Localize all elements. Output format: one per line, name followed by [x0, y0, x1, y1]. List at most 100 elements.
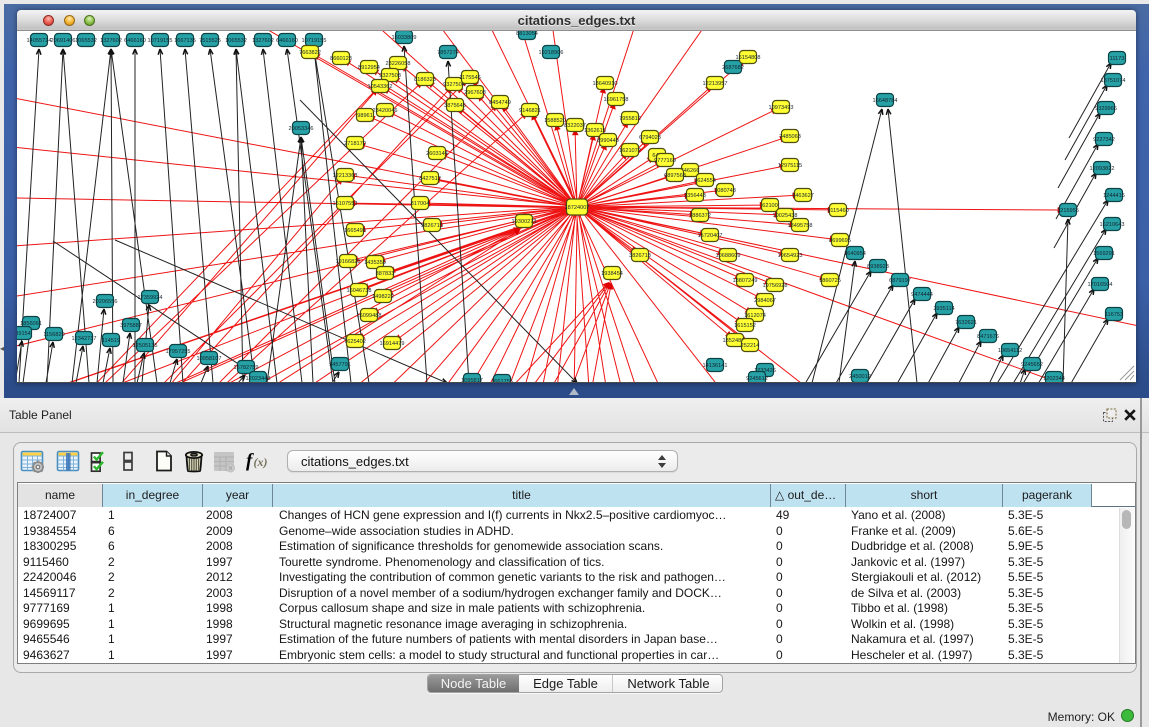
svg-text:13751074: 13751074	[1101, 78, 1126, 84]
svg-text:19654923: 19654923	[778, 253, 803, 259]
svg-text:19300273: 19300273	[512, 219, 537, 225]
svg-text:13495758: 13495758	[788, 223, 813, 229]
svg-text:1202344: 1202344	[1043, 376, 1065, 382]
svg-text:1095817: 1095817	[461, 378, 483, 382]
svg-text:3826710: 3826710	[421, 223, 443, 229]
svg-text:1667135: 1667135	[174, 38, 196, 44]
svg-text:12505135: 12505135	[133, 343, 158, 349]
svg-text:20691406: 20691406	[51, 38, 76, 44]
svg-text:16782759: 16782759	[234, 365, 259, 371]
svg-text:10973493: 10973493	[769, 105, 794, 111]
svg-text:16648784: 16648784	[873, 98, 898, 104]
svg-text:9474444: 9474444	[911, 292, 933, 298]
svg-text:1588520: 1588520	[544, 118, 566, 124]
svg-text:8454749: 8454749	[489, 100, 511, 106]
svg-text:2356443: 2356443	[684, 193, 706, 199]
svg-text:18807249: 18807249	[733, 278, 758, 284]
svg-text:9327508: 9327508	[379, 73, 401, 79]
svg-text:18724007: 18724007	[565, 205, 590, 211]
svg-text:7632621: 7632621	[955, 320, 977, 326]
svg-text:16107553: 16107553	[333, 201, 358, 207]
svg-text:1615152: 1615152	[734, 323, 756, 329]
svg-text:9327504: 9327504	[443, 82, 465, 88]
svg-text:1156829: 1156829	[43, 332, 64, 338]
svg-text:2718170: 2718170	[344, 141, 366, 147]
svg-text:7663822: 7663822	[299, 50, 321, 56]
svg-text:1498222: 1498222	[372, 294, 394, 300]
svg-text:7485063: 7485063	[779, 134, 801, 140]
svg-text:1244415: 1244415	[1103, 193, 1125, 199]
svg-text:17957255: 17957255	[166, 349, 191, 355]
svg-text:1640954: 1640954	[844, 251, 866, 257]
svg-text:6794028: 6794028	[639, 135, 661, 141]
svg-text:10543362: 10543362	[368, 84, 393, 90]
svg-text:2450012: 2450012	[849, 374, 871, 380]
svg-text:7625402: 7625402	[344, 339, 366, 345]
svg-text:7857274: 7857274	[437, 50, 459, 56]
svg-text:817004: 817004	[411, 201, 430, 207]
svg-text:12213363: 12213363	[333, 173, 358, 179]
svg-text:1665493: 1665493	[344, 228, 366, 234]
svg-text:252214: 252214	[741, 343, 760, 349]
svg-text:6466160: 6466160	[124, 38, 146, 44]
svg-text:3215955: 3215955	[1057, 208, 1079, 214]
svg-text:1080748: 1080748	[714, 188, 736, 194]
svg-text:2967608: 2967608	[464, 90, 486, 96]
svg-text:8322037: 8322037	[564, 123, 586, 129]
svg-text:116753: 116753	[1105, 312, 1123, 318]
svg-text:(x): (x)	[254, 455, 268, 469]
svg-text:3624554: 3624554	[694, 178, 716, 184]
svg-text:9227342: 9227342	[1093, 137, 1115, 143]
svg-text:16033809: 16033809	[392, 35, 417, 41]
svg-text:1065532: 1065532	[225, 38, 247, 44]
svg-text:9245612: 9245612	[746, 376, 768, 382]
svg-text:10654112: 10654112	[998, 348, 1022, 354]
svg-text:6879197: 6879197	[889, 278, 911, 284]
svg-text:2603144: 2603144	[426, 151, 448, 157]
svg-text:6466160: 6466160	[276, 38, 298, 44]
svg-text:12975115: 12975115	[778, 163, 802, 169]
svg-text:8699695: 8699695	[829, 238, 851, 244]
svg-text:1569291: 1569291	[1093, 251, 1115, 257]
svg-text:16046738: 16046738	[347, 288, 372, 294]
svg-text:8813054: 8813054	[516, 31, 538, 37]
svg-text:8938923: 8938923	[867, 264, 889, 270]
svg-text:10958107: 10958107	[197, 356, 222, 362]
svg-text:16210643: 16210643	[1100, 222, 1125, 228]
svg-text:7515525: 7515525	[199, 38, 221, 44]
svg-text:9115460: 9115460	[827, 208, 848, 214]
svg-text:8990448: 8990448	[597, 138, 619, 144]
svg-text:39154: 39154	[17, 331, 31, 337]
svg-text:20053346: 20053346	[289, 126, 314, 132]
svg-text:8186323: 8186323	[414, 77, 436, 83]
svg-text:19166825: 19166825	[336, 259, 361, 265]
svg-text:15720407: 15720407	[698, 233, 723, 239]
svg-text:3975887: 3975887	[120, 323, 142, 329]
svg-text:3875645: 3875645	[444, 103, 466, 109]
svg-text:14055724: 14055724	[27, 38, 52, 44]
svg-text:14136141: 14136141	[703, 363, 728, 369]
svg-text:12342737: 12342737	[72, 336, 97, 342]
svg-text:114519: 114519	[102, 338, 120, 344]
svg-text:12023448: 12023448	[246, 376, 271, 382]
svg-text:7886372: 7886372	[689, 213, 711, 219]
svg-text:2984067: 2984067	[754, 298, 776, 304]
svg-text:9463627: 9463627	[792, 193, 814, 199]
svg-text:9329966: 9329966	[1095, 106, 1117, 112]
svg-text:10719155: 10719155	[148, 38, 173, 44]
svg-text:10719155: 10719155	[302, 38, 327, 44]
svg-text:7955812: 7955812	[619, 116, 641, 122]
svg-text:1860725: 1860725	[819, 278, 841, 284]
svg-text:9777169: 9777169	[654, 158, 676, 164]
svg-text:1327602: 1327602	[100, 38, 122, 44]
svg-text:23226058: 23226058	[386, 61, 411, 67]
svg-text:17359924: 17359924	[138, 295, 163, 301]
svg-text:887833: 887833	[376, 271, 395, 277]
svg-text:8471676: 8471676	[977, 334, 999, 340]
svg-text:19218906: 19218906	[539, 50, 564, 56]
svg-text:1327602: 1327602	[252, 38, 274, 44]
svg-text:12213957: 12213957	[703, 81, 728, 87]
svg-text:16961758: 16961758	[604, 97, 629, 103]
svg-text:1621072: 1621072	[619, 148, 641, 154]
svg-text:8427512: 8427512	[419, 176, 441, 182]
